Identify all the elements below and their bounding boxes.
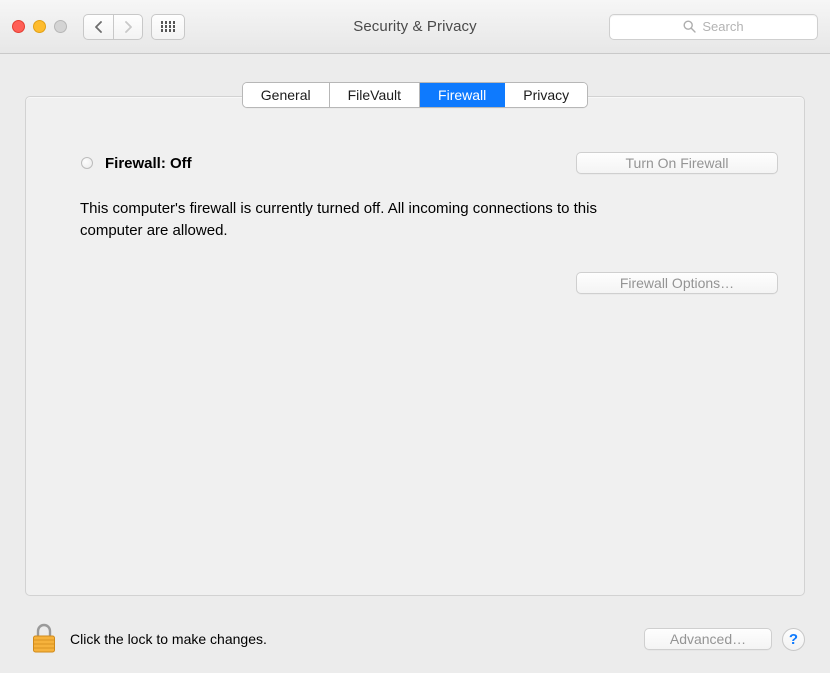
help-button[interactable]: ? <box>782 628 805 651</box>
lock-icon <box>31 623 57 655</box>
tab-firewall[interactable]: Firewall <box>420 83 505 107</box>
chevron-left-icon <box>94 21 103 33</box>
window-title: Security & Privacy <box>353 18 477 35</box>
content-panel: Firewall: Off Turn On Firewall This comp… <box>25 96 805 596</box>
minimize-window-button[interactable] <box>33 20 46 33</box>
firewall-description: This computer's firewall is currently tu… <box>26 174 706 242</box>
nav-buttons <box>83 14 143 40</box>
search-icon <box>683 20 696 33</box>
advanced-button[interactable]: Advanced… <box>644 628 772 650</box>
titlebar: Security & Privacy Search <box>0 0 830 54</box>
search-input[interactable]: Search <box>609 14 818 40</box>
chevron-right-icon <box>124 21 133 33</box>
show-all-button[interactable] <box>151 14 185 40</box>
lock-hint-text: Click the lock to make changes. <box>70 631 267 647</box>
maximize-window-button <box>54 20 67 33</box>
back-button[interactable] <box>83 14 113 40</box>
tab-filevault[interactable]: FileVault <box>330 83 420 107</box>
tab-privacy[interactable]: Privacy <box>505 83 587 107</box>
tab-row: General FileVault Firewall Privacy <box>0 82 830 108</box>
status-indicator-icon <box>81 157 93 169</box>
lock-button[interactable] <box>30 623 58 655</box>
grid-icon <box>161 21 176 32</box>
tab-general[interactable]: General <box>243 83 330 107</box>
close-window-button[interactable] <box>12 20 25 33</box>
firewall-options-button[interactable]: Firewall Options… <box>576 272 778 294</box>
segmented-control: General FileVault Firewall Privacy <box>242 82 588 108</box>
footer: Click the lock to make changes. Advanced… <box>0 611 830 673</box>
window-controls <box>12 20 67 33</box>
firewall-status-label: Firewall: Off <box>105 155 192 172</box>
search-placeholder: Search <box>702 19 743 34</box>
turn-on-firewall-button[interactable]: Turn On Firewall <box>576 152 778 174</box>
forward-button[interactable] <box>113 14 143 40</box>
firewall-status-row: Firewall: Off Turn On Firewall <box>26 152 804 174</box>
